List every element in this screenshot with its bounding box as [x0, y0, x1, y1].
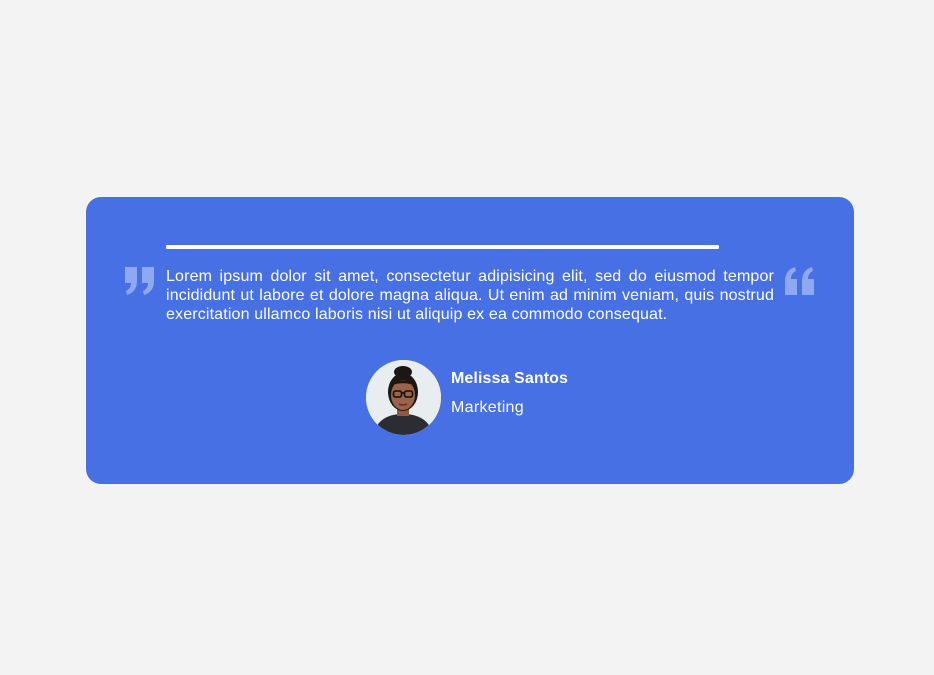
closing-quote-icon [125, 267, 155, 295]
author-info: Melissa Santos Marketing [451, 369, 568, 418]
divider-line [166, 245, 719, 249]
author-role: Marketing [451, 398, 524, 416]
avatar [366, 359, 441, 435]
testimonial-quote: Lorem ipsum dolor sit amet, consectetur … [166, 268, 774, 323]
author-block: Melissa Santos Marketing [366, 359, 568, 435]
author-name: Melissa Santos [451, 369, 569, 387]
testimonial-card: Lorem ipsum dolor sit amet, consectetur … [86, 197, 854, 484]
opening-quote-icon [785, 267, 815, 295]
